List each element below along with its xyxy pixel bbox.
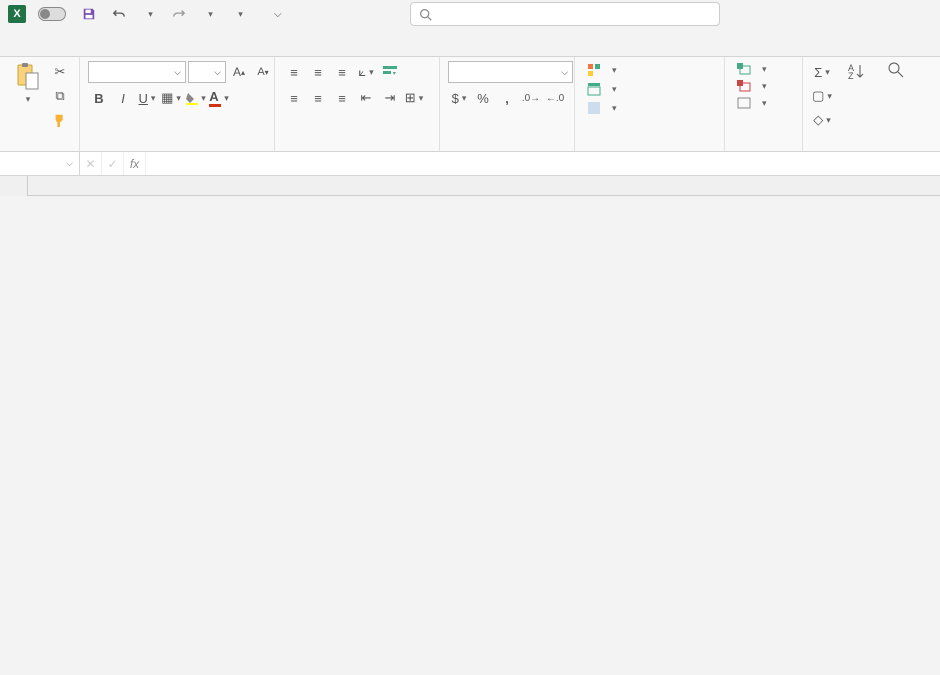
format-cells-button[interactable] xyxy=(733,95,771,111)
wrap-text-icon[interactable] xyxy=(379,61,401,83)
autosave-toggle[interactable] xyxy=(34,7,70,21)
redo-icon[interactable] xyxy=(168,3,190,25)
delete-cells-button[interactable] xyxy=(733,78,771,94)
qat-customize[interactable] xyxy=(228,3,250,25)
borders-icon[interactable]: ▦ xyxy=(160,87,182,109)
clear-icon[interactable]: ◇ xyxy=(811,109,833,131)
increase-font-icon[interactable]: A▴ xyxy=(228,61,250,83)
increase-decimal-icon[interactable]: .0→ xyxy=(520,87,542,109)
styles-group xyxy=(575,57,725,151)
align-right-icon[interactable]: ≡ xyxy=(331,87,353,109)
comma-icon[interactable]: , xyxy=(496,87,518,109)
undo-dropdown[interactable] xyxy=(138,3,160,25)
conditional-formatting-button[interactable] xyxy=(583,61,621,79)
fill-icon[interactable]: ▢ xyxy=(811,85,833,107)
align-center-icon[interactable]: ≡ xyxy=(307,87,329,109)
bold-icon[interactable]: B xyxy=(88,87,110,109)
document-title[interactable]: ⌵ xyxy=(270,9,282,20)
font-size-combo[interactable]: ⌵ xyxy=(188,61,226,83)
font-color-icon[interactable]: A xyxy=(208,87,230,109)
decrease-indent-icon[interactable]: ⇤ xyxy=(355,87,377,109)
save-icon[interactable] xyxy=(78,3,100,25)
decrease-font-icon[interactable]: A▾ xyxy=(252,61,274,83)
number-group: ⌵ $ % , .0→ ←.0 xyxy=(440,57,575,151)
redo-dropdown[interactable] xyxy=(198,3,220,25)
align-top-icon[interactable]: ≡ xyxy=(283,61,305,83)
increase-indent-icon[interactable]: ⇥ xyxy=(379,87,401,109)
editing-label xyxy=(811,147,915,149)
underline-icon[interactable]: U xyxy=(136,87,158,109)
cancel-formula-icon[interactable]: ✕ xyxy=(80,152,102,175)
clipboard-label xyxy=(8,147,71,149)
format-as-table-button[interactable] xyxy=(583,80,621,98)
toggle-off-icon[interactable] xyxy=(38,7,66,21)
ribbon-tabs xyxy=(0,28,940,56)
italic-icon[interactable]: I xyxy=(112,87,134,109)
align-bottom-icon[interactable]: ≡ xyxy=(331,61,353,83)
enter-formula-icon[interactable]: ✓ xyxy=(102,152,124,175)
fill-color-icon[interactable] xyxy=(184,87,206,109)
copy-icon[interactable]: ⧉ xyxy=(49,85,71,107)
name-box[interactable]: ⌵ xyxy=(0,152,80,175)
paste-button[interactable] xyxy=(8,61,45,105)
cell-styles-button[interactable] xyxy=(583,99,621,117)
svg-text:Z: Z xyxy=(848,71,854,81)
search-box[interactable] xyxy=(410,2,720,26)
align-middle-icon[interactable]: ≡ xyxy=(307,61,329,83)
title-bar: X ⌵ xyxy=(0,0,940,28)
ribbon: ✂ ⧉ ⌵ ⌵ A▴ A▾ B I U ▦ A xyxy=(0,56,940,152)
decrease-decimal-icon[interactable]: ←.0 xyxy=(544,87,566,109)
chevron-down-icon: ⌵ xyxy=(274,9,282,20)
worksheet-grid[interactable] xyxy=(0,176,940,196)
accounting-format-icon[interactable]: $ xyxy=(448,87,470,109)
cells-group xyxy=(725,57,803,151)
alignment-label xyxy=(283,147,431,149)
undo-icon[interactable] xyxy=(108,3,130,25)
autosum-icon[interactable]: Σ xyxy=(811,61,833,83)
number-label xyxy=(448,147,566,149)
orientation-icon[interactable]: ⟀ xyxy=(355,61,377,83)
column-headers xyxy=(0,176,940,196)
format-painter-icon[interactable] xyxy=(49,109,71,131)
clipboard-group: ✂ ⧉ xyxy=(0,57,80,151)
insert-function-icon[interactable]: fx xyxy=(124,152,146,175)
sort-filter-button[interactable]: AZ xyxy=(837,61,875,83)
insert-cells-button[interactable] xyxy=(733,61,771,77)
cells-label xyxy=(733,147,794,149)
find-select-button[interactable] xyxy=(879,61,913,81)
formula-bar: ⌵ ✕ ✓ fx xyxy=(0,152,940,176)
merge-center-icon[interactable]: ⊞ xyxy=(403,87,425,109)
alignment-group: ≡ ≡ ≡ ⟀ ≡ ≡ ≡ ⇤ ⇥ ⊞ xyxy=(275,57,440,151)
percent-icon[interactable]: % xyxy=(472,87,494,109)
editing-group: Σ ▢ ◇ AZ xyxy=(803,57,923,151)
font-group: ⌵ ⌵ A▴ A▾ B I U ▦ A xyxy=(80,57,275,151)
select-all-corner[interactable] xyxy=(0,176,28,196)
styles-label xyxy=(583,147,716,149)
number-format-combo[interactable]: ⌵ xyxy=(448,61,573,83)
font-name-combo[interactable]: ⌵ xyxy=(88,61,186,83)
align-left-icon[interactable]: ≡ xyxy=(283,87,305,109)
cut-icon[interactable]: ✂ xyxy=(49,61,71,83)
font-label xyxy=(88,147,266,149)
excel-logo-icon: X xyxy=(8,5,26,23)
search-icon xyxy=(419,8,432,21)
